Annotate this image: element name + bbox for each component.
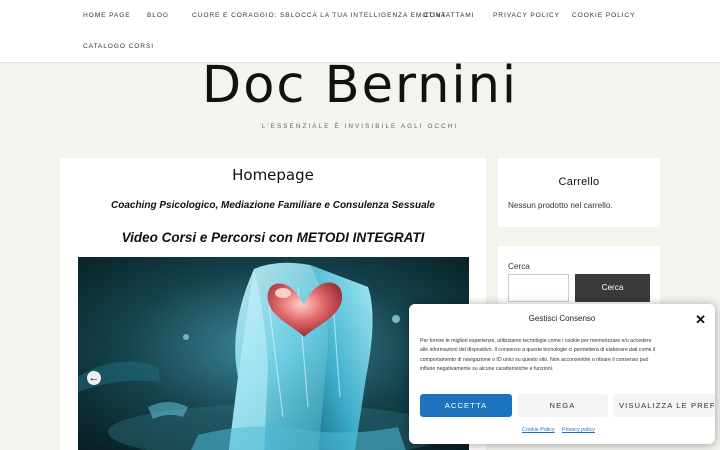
nav-item-blog[interactable]: BLOG [147,12,169,19]
search-input[interactable] [508,274,569,302]
consent-body-text: Per fornire le migliori esperienze, util… [420,338,656,372]
cart-empty-text: Nessun prodotto nel carrello. [508,201,613,210]
search-label: Cerca [508,262,530,271]
nav-item-cuore-e-coraggio[interactable]: CUORE E CORAGGIO: SBLOCCA LA TUA INTELLI… [192,12,446,19]
nav-item-contattami[interactable]: CONTATTAMI [424,12,474,19]
close-icon[interactable]: ✕ [695,312,706,328]
page-title: Homepage [232,166,314,184]
video-courses-heading: Video Corsi e Percorsi con METODI INTEGR… [121,230,425,245]
cart-title: Carrello [558,176,600,188]
page-subtitle: Coaching Psicologico, Mediazione Familia… [111,200,435,211]
cookie-consent-dialog: Gestisci Consenso ✕ Per fornire le migli… [409,304,715,444]
cart-widget: Carrello Nessun prodotto nel carrello. [498,158,660,227]
consent-title: Gestisci Consenso [528,314,596,323]
top-navigation: HOME PAGE BLOG CUORE E CORAGGIO: SBLOCCA… [0,0,720,63]
site-tagline: L'ESSENZIALE È INVISIBILE AGLI OCCHI [261,123,459,130]
privacy-policy-link[interactable]: Privacy policy [562,427,595,433]
nav-item-catalogo-corsi[interactable]: CATALOGO CORSI [83,43,154,50]
slider-prev-arrow-icon[interactable]: ← [87,371,101,385]
nav-item-privacy-policy[interactable]: PRIVACY POLICY [493,12,560,19]
search-button[interactable]: Cerca [575,274,650,302]
deny-button[interactable]: NEGA [517,394,608,417]
cookie-policy-link[interactable]: Cookie Policy [522,427,555,433]
view-preferences-button[interactable]: VISUALIZZA LE PREFERENZE [613,394,715,417]
accept-button[interactable]: ACCETTA [420,394,512,417]
nav-item-cookie-policy[interactable]: COOKIE POLICY [572,12,635,19]
site-title[interactable]: Doc Bernini [0,56,720,115]
nav-item-home-page[interactable]: HOME PAGE [83,12,131,19]
